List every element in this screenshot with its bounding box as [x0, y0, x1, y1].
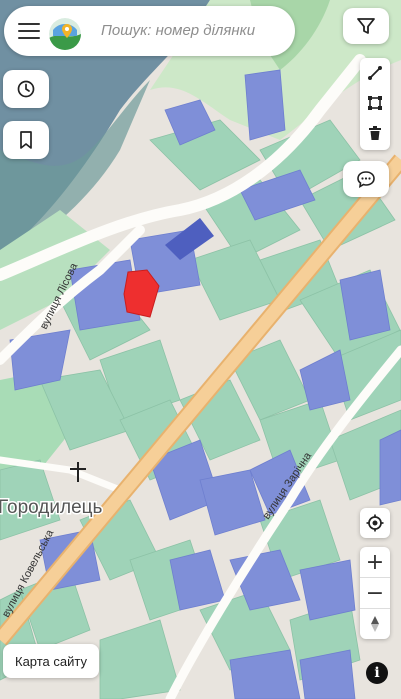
locate-icon: [366, 514, 384, 532]
search-input[interactable]: Пошук: номер ділянки: [101, 22, 255, 39]
zoom-out-button[interactable]: −: [360, 577, 390, 608]
trash-icon: [369, 126, 381, 140]
draw-line-button[interactable]: [360, 58, 390, 88]
map-site-button[interactable]: Карта сайту: [3, 644, 99, 678]
compass-button[interactable]: [360, 608, 390, 639]
compass-icon: [371, 616, 379, 632]
history-button[interactable]: [3, 70, 49, 108]
chat-button[interactable]: [343, 161, 389, 197]
delete-button[interactable]: [360, 118, 390, 148]
locate-button[interactable]: [360, 508, 390, 538]
bookmark-icon: [20, 131, 32, 149]
info-button[interactable]: i: [366, 662, 388, 684]
cadastral-map[interactable]: вулиця Лісова вулиця Ковельська вулиця З…: [0, 0, 401, 699]
filter-icon: [357, 18, 375, 34]
village-label: Городилець: [0, 497, 103, 518]
search-bar[interactable]: Пошук: номер ділянки: [4, 6, 295, 56]
map-logo: [49, 18, 81, 50]
zoom-control: + −: [360, 547, 390, 639]
zoom-in-button[interactable]: +: [360, 547, 390, 577]
chat-icon: [357, 171, 375, 189]
bookmark-button[interactable]: [3, 121, 49, 159]
filter-button[interactable]: [343, 8, 389, 44]
hamburger-icon[interactable]: [18, 23, 40, 39]
draw-toolbar: [360, 58, 390, 150]
draw-polygon-button[interactable]: [360, 88, 390, 118]
clock-icon: [17, 80, 35, 98]
polygon-icon: [368, 96, 382, 110]
ruler-icon: [368, 66, 382, 80]
